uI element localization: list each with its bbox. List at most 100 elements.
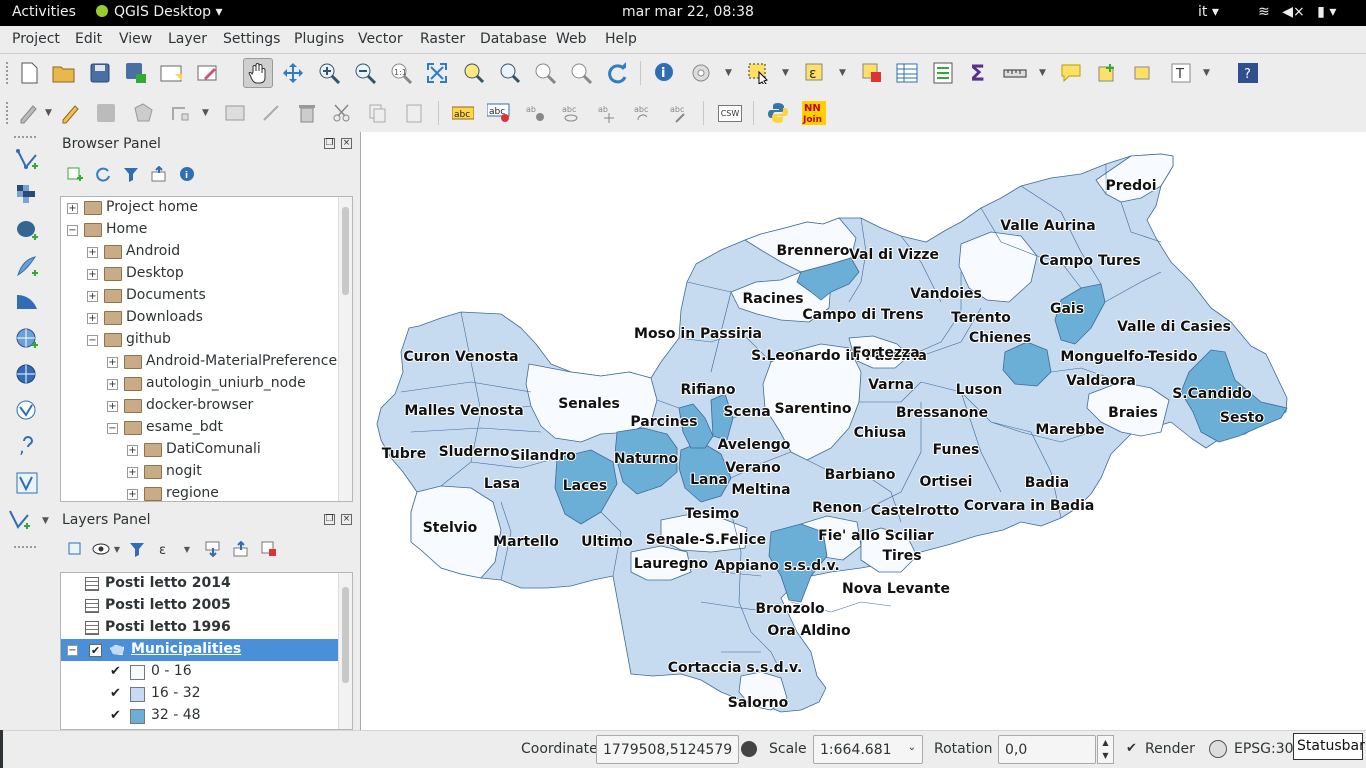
field-calculator-button[interactable] bbox=[928, 58, 958, 88]
show-hide-labels-button[interactable]: abc bbox=[556, 98, 586, 128]
refresh-browser-button[interactable] bbox=[93, 164, 113, 184]
python-console-button[interactable] bbox=[763, 98, 793, 128]
rotation-stepper[interactable]: ▲ ▼ bbox=[1097, 735, 1114, 764]
app-menu-button[interactable]: QGIS Desktop ▾ bbox=[96, 4, 223, 20]
tree-item-autologin[interactable]: + autologin_uniurb_node bbox=[61, 373, 346, 395]
refresh-button[interactable] bbox=[602, 58, 632, 88]
toggle-editing-button[interactable] bbox=[56, 98, 86, 128]
float-panel-button[interactable]: ❐ bbox=[324, 514, 335, 525]
add-postgis-layer-button[interactable] bbox=[12, 216, 42, 246]
select-features-button[interactable] bbox=[743, 58, 773, 88]
expand-icon[interactable]: + bbox=[107, 401, 118, 412]
tree-item-docker-browser[interactable]: + docker-browser bbox=[61, 395, 346, 417]
layer-posti-letto-2005[interactable]: Posti letto 2005 bbox=[61, 595, 346, 617]
chevron-down-icon[interactable]: ▼ bbox=[107, 539, 127, 559]
open-layer-styling-button[interactable] bbox=[65, 539, 85, 559]
tree-item-nogit[interactable]: + nogit bbox=[61, 461, 346, 483]
modify-attributes-button[interactable] bbox=[220, 98, 250, 128]
zoom-out-button[interactable] bbox=[350, 58, 380, 88]
chevron-down-icon[interactable]: ▼ bbox=[839, 68, 846, 78]
remove-layer-button[interactable] bbox=[259, 539, 279, 559]
menu-vector[interactable]: Vector bbox=[358, 31, 403, 47]
collapse-icon[interactable]: − bbox=[67, 645, 78, 656]
legend-checkbox[interactable]: ✔ bbox=[109, 665, 122, 679]
csw-button[interactable]: CSW bbox=[715, 98, 745, 128]
highlight-pinned-labels-button[interactable]: ab bbox=[520, 98, 550, 128]
add-raster-layer-button[interactable] bbox=[12, 180, 42, 210]
layers-tree[interactable]: Posti letto 2014 Posti letto 2005 Posti … bbox=[60, 572, 353, 730]
language-menu[interactable]: it ▾ bbox=[1198, 4, 1219, 20]
add-selected-layers-button[interactable] bbox=[65, 164, 85, 184]
toggle-extents-icon[interactable] bbox=[741, 741, 757, 757]
chevron-down-icon[interactable]: ▼ bbox=[177, 539, 197, 559]
zoom-to-selection-button[interactable] bbox=[458, 58, 488, 88]
collapse-all-button[interactable] bbox=[231, 539, 251, 559]
legend-item-32-48[interactable]: ✔ 32 - 48 bbox=[61, 705, 346, 727]
chevron-down-icon[interactable]: ▼ bbox=[42, 516, 49, 526]
tree-item-github[interactable]: − github bbox=[61, 329, 346, 351]
tree-item-esame-bdt[interactable]: − esame_bdt bbox=[61, 417, 346, 439]
float-panel-button[interactable]: ❐ bbox=[324, 138, 335, 149]
pan-map-button[interactable] bbox=[243, 58, 273, 88]
new-bookmark-button[interactable] bbox=[1092, 58, 1122, 88]
browser-tree[interactable]: + Project home − Home + Android + Desktop + D… bbox=[60, 196, 353, 502]
chevron-down-icon[interactable]: ▼ bbox=[202, 108, 209, 118]
tree-item-android-materialpreference[interactable]: + Android-MaterialPreference bbox=[61, 351, 346, 373]
menu-project[interactable]: Project bbox=[12, 31, 60, 47]
menu-edit[interactable]: Edit bbox=[75, 31, 102, 47]
layer-posti-letto-2014[interactable]: Posti letto 2014 bbox=[61, 573, 346, 595]
label-pin-button[interactable]: abc bbox=[484, 98, 514, 128]
legend-item-16-32[interactable]: ✔ 16 - 32 bbox=[61, 683, 346, 705]
current-edits-button[interactable] bbox=[14, 98, 44, 128]
toolbar-grip[interactable] bbox=[14, 136, 38, 138]
zoom-full-button[interactable] bbox=[422, 58, 452, 88]
legend-checkbox[interactable]: ✔ bbox=[109, 687, 122, 701]
delete-selected-button[interactable] bbox=[292, 98, 322, 128]
zoom-next-button[interactable] bbox=[566, 58, 596, 88]
help-button[interactable]: ? bbox=[1233, 58, 1263, 88]
cut-features-button[interactable] bbox=[328, 98, 358, 128]
collapse-icon[interactable]: − bbox=[87, 335, 98, 346]
scale-combobox[interactable]: 1:664.681 ⌄ bbox=[813, 735, 923, 764]
chevron-down-icon[interactable]: ▼ bbox=[1203, 68, 1210, 78]
crs-button[interactable]: EPSG:3003 bbox=[1234, 741, 1294, 757]
zoom-last-button[interactable] bbox=[530, 58, 560, 88]
save-as-button[interactable] bbox=[121, 58, 151, 88]
open-project-button[interactable] bbox=[49, 58, 79, 88]
save-edits-button[interactable] bbox=[91, 98, 121, 128]
tree-item-home[interactable]: − Home bbox=[61, 219, 346, 241]
add-vector-layer-button[interactable] bbox=[12, 145, 42, 175]
move-feature-button[interactable] bbox=[256, 98, 286, 128]
rotate-label-button[interactable]: abc bbox=[628, 98, 658, 128]
layout-manager-button[interactable] bbox=[193, 58, 223, 88]
scrollbar-thumb[interactable] bbox=[342, 587, 349, 683]
paste-features-button[interactable] bbox=[399, 98, 429, 128]
collapse-all-button[interactable] bbox=[149, 164, 169, 184]
properties-button[interactable]: i bbox=[177, 164, 197, 184]
copy-features-button[interactable] bbox=[363, 98, 393, 128]
expand-icon[interactable]: + bbox=[87, 269, 98, 280]
render-checkbox[interactable]: ✔ bbox=[1126, 742, 1139, 756]
add-delimited-text-button[interactable]: , bbox=[12, 432, 42, 462]
collapse-icon[interactable]: − bbox=[107, 423, 118, 434]
menu-layer[interactable]: Layer bbox=[168, 31, 207, 47]
deselect-all-button[interactable] bbox=[857, 58, 887, 88]
layer-posti-letto-1996[interactable]: Posti letto 1996 bbox=[61, 617, 346, 639]
globe-icon[interactable] bbox=[1209, 740, 1227, 758]
filter-by-expression-button[interactable]: ε bbox=[155, 539, 175, 559]
tree-item-android[interactable]: + Android bbox=[61, 241, 346, 263]
tree-item-regione[interactable]: + regione bbox=[61, 483, 346, 501]
tree-item-desktop[interactable]: + Desktop bbox=[61, 263, 346, 285]
tree-item-downloads[interactable]: + Downloads bbox=[61, 307, 346, 329]
add-spatialite-layer-button[interactable] bbox=[12, 252, 42, 282]
municipalities-map[interactable]: Predoi Valle Aurina Brennero Val di Vizze Ca… bbox=[361, 132, 1366, 730]
expand-icon[interactable]: + bbox=[87, 291, 98, 302]
show-bookmarks-button[interactable] bbox=[1128, 58, 1158, 88]
layer-municipalities[interactable]: − ✔ Municipalities bbox=[61, 639, 341, 661]
browser-scrollbar[interactable] bbox=[338, 197, 352, 501]
status-menu[interactable]: ≋ ◀× ▮ ▾ bbox=[1258, 4, 1336, 20]
expand-icon[interactable]: + bbox=[87, 313, 98, 324]
expand-icon[interactable]: + bbox=[127, 445, 138, 456]
layer-labeling-button[interactable]: abc bbox=[448, 98, 478, 128]
statistical-summary-button[interactable]: Σ bbox=[964, 58, 994, 88]
